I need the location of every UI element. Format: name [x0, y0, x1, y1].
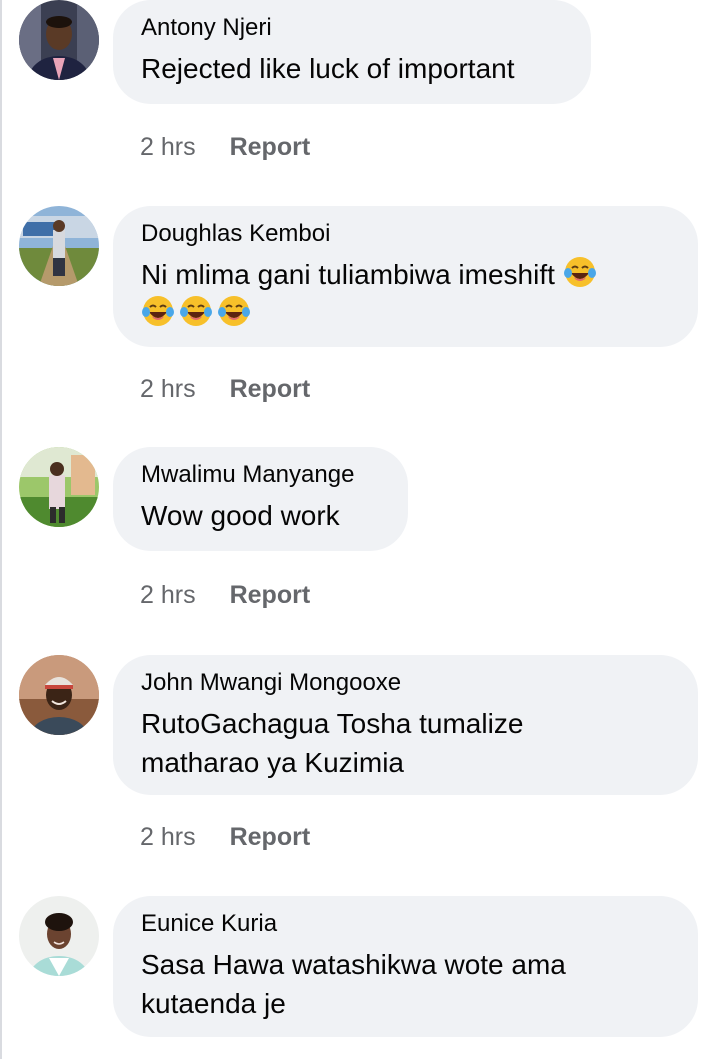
- comment-meta: 2 hrs Report: [140, 580, 310, 610]
- comment-bubble: Antony Njeri Rejected like luck of impor…: [113, 0, 591, 104]
- comment-time[interactable]: 2 hrs: [140, 823, 196, 851]
- comment-meta: 2 hrs Report: [140, 822, 310, 852]
- face-with-tears-of-joy-icon: [180, 296, 212, 326]
- comment-time[interactable]: 2 hrs: [140, 375, 196, 403]
- avatar-photo-icon: [19, 0, 99, 80]
- comment-author[interactable]: Mwalimu Manyange: [141, 460, 380, 490]
- comment-text-content: Ni mlima gani tuliambiwa imeshift: [141, 259, 555, 290]
- avatar-photo-icon: [19, 447, 99, 527]
- report-button[interactable]: Report: [230, 133, 311, 161]
- comment-author[interactable]: Doughlas Kemboi: [141, 219, 670, 249]
- comment-text: Wow good work: [141, 500, 340, 531]
- comment-author[interactable]: Eunice Kuria: [141, 909, 670, 939]
- avatar-photo-icon: [19, 655, 99, 735]
- comment-bubble: Mwalimu Manyange Wow good work: [113, 447, 408, 551]
- report-button[interactable]: Report: [230, 581, 311, 609]
- avatar[interactable]: [19, 206, 99, 286]
- comment-author[interactable]: John Mwangi Mongooxe: [141, 668, 670, 698]
- comment-author[interactable]: Antony Njeri: [141, 13, 563, 43]
- comment-meta: 2 hrs Report: [140, 132, 310, 162]
- avatar-photo-icon: [19, 896, 99, 976]
- avatar[interactable]: [19, 655, 99, 735]
- comment-time[interactable]: 2 hrs: [140, 133, 196, 161]
- comment-time[interactable]: 2 hrs: [140, 581, 196, 609]
- comment-bubble: John Mwangi Mongooxe RutoGachagua Tosha …: [113, 655, 698, 795]
- avatar-photo-icon: [19, 206, 99, 286]
- avatar[interactable]: [19, 447, 99, 527]
- avatar[interactable]: [19, 0, 99, 80]
- comment-bubble: Doughlas Kemboi Ni mlima gani tuliambiwa…: [113, 206, 698, 347]
- comment-bubble: Eunice Kuria Sasa Hawa watashikwa wote a…: [113, 896, 698, 1037]
- face-with-tears-of-joy-icon: [142, 296, 174, 326]
- face-with-tears-of-joy-icon: [563, 257, 596, 287]
- comment-text: Ni mlima gani tuliambiwa imeshift: [141, 255, 670, 333]
- comment-text: RutoGachagua Tosha tumalize matharao ya …: [141, 708, 524, 778]
- face-with-tears-of-joy-icon: [218, 296, 250, 326]
- report-button[interactable]: Report: [230, 823, 311, 851]
- thread-left-rule: [0, 0, 2, 1059]
- report-button[interactable]: Report: [230, 375, 311, 403]
- avatar[interactable]: [19, 896, 99, 976]
- comment-meta: 2 hrs Report: [140, 374, 310, 404]
- comment-text: Sasa Hawa watashikwa wote ama kutaenda j…: [141, 949, 566, 1019]
- comment-text: Rejected like luck of important: [141, 53, 515, 84]
